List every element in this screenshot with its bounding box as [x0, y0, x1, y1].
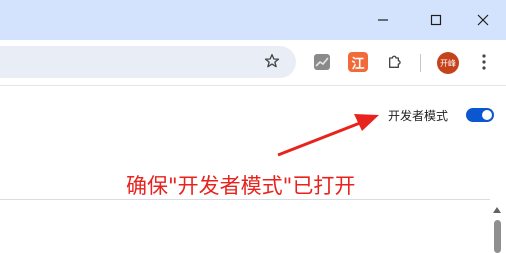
- scroll-up-button[interactable]: [491, 205, 503, 215]
- triangle-up-icon: [493, 207, 501, 213]
- section-divider: [0, 199, 490, 200]
- annotation-arrow: [277, 114, 379, 157]
- annotation-text: 确保"开发者模式"已打开: [126, 174, 356, 198]
- scrollbar-thumb[interactable]: [494, 220, 501, 253]
